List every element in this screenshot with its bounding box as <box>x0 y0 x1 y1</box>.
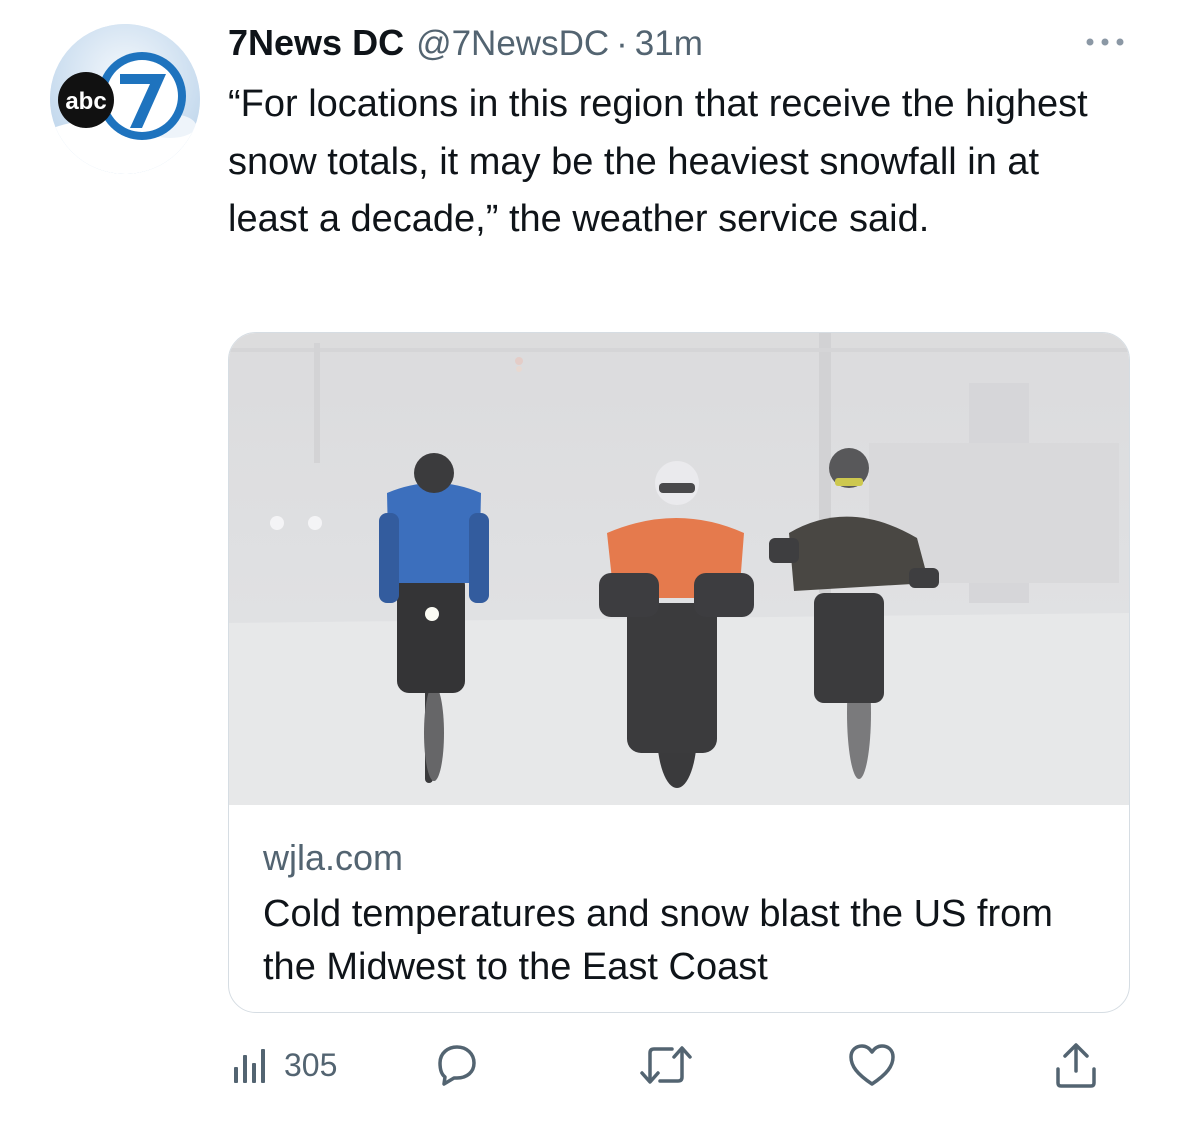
reply-button[interactable] <box>432 1040 480 1090</box>
views-count: 305 <box>284 1046 338 1083</box>
like-icon <box>849 1044 895 1086</box>
tweet-header: 7News DC @7NewsDC · 31m <box>228 22 703 66</box>
card-image[interactable] <box>229 333 1130 805</box>
share-button[interactable] <box>1054 1040 1098 1090</box>
avatar[interactable]: abc <box>50 24 200 174</box>
abc-logo-text: abc <box>65 88 106 115</box>
views-button[interactable]: 305 <box>232 1040 337 1090</box>
more-button[interactable] <box>1080 32 1130 52</box>
like-button[interactable] <box>847 1040 897 1090</box>
card-domain: wjla.com <box>263 837 404 878</box>
retweet-icon <box>640 1046 692 1084</box>
author-handle[interactable]: @7NewsDC <box>416 24 609 64</box>
abc7-logo: abc <box>50 24 200 174</box>
link-card[interactable]: wjla.com Cold temperatures and snow blas… <box>228 332 1130 1013</box>
share-icon <box>1056 1043 1096 1088</box>
reply-icon <box>438 1045 476 1086</box>
timestamp[interactable]: 31m <box>635 24 703 64</box>
tweet-text: “For locations in this region that recei… <box>228 83 1088 240</box>
author-name[interactable]: 7News DC <box>228 22 404 64</box>
separator: · <box>616 24 628 63</box>
retweet-button[interactable] <box>638 1040 694 1090</box>
card-title: Cold temperatures and snow blast the US … <box>263 893 1053 988</box>
views-icon <box>234 1049 265 1083</box>
more-icon <box>1086 38 1124 46</box>
